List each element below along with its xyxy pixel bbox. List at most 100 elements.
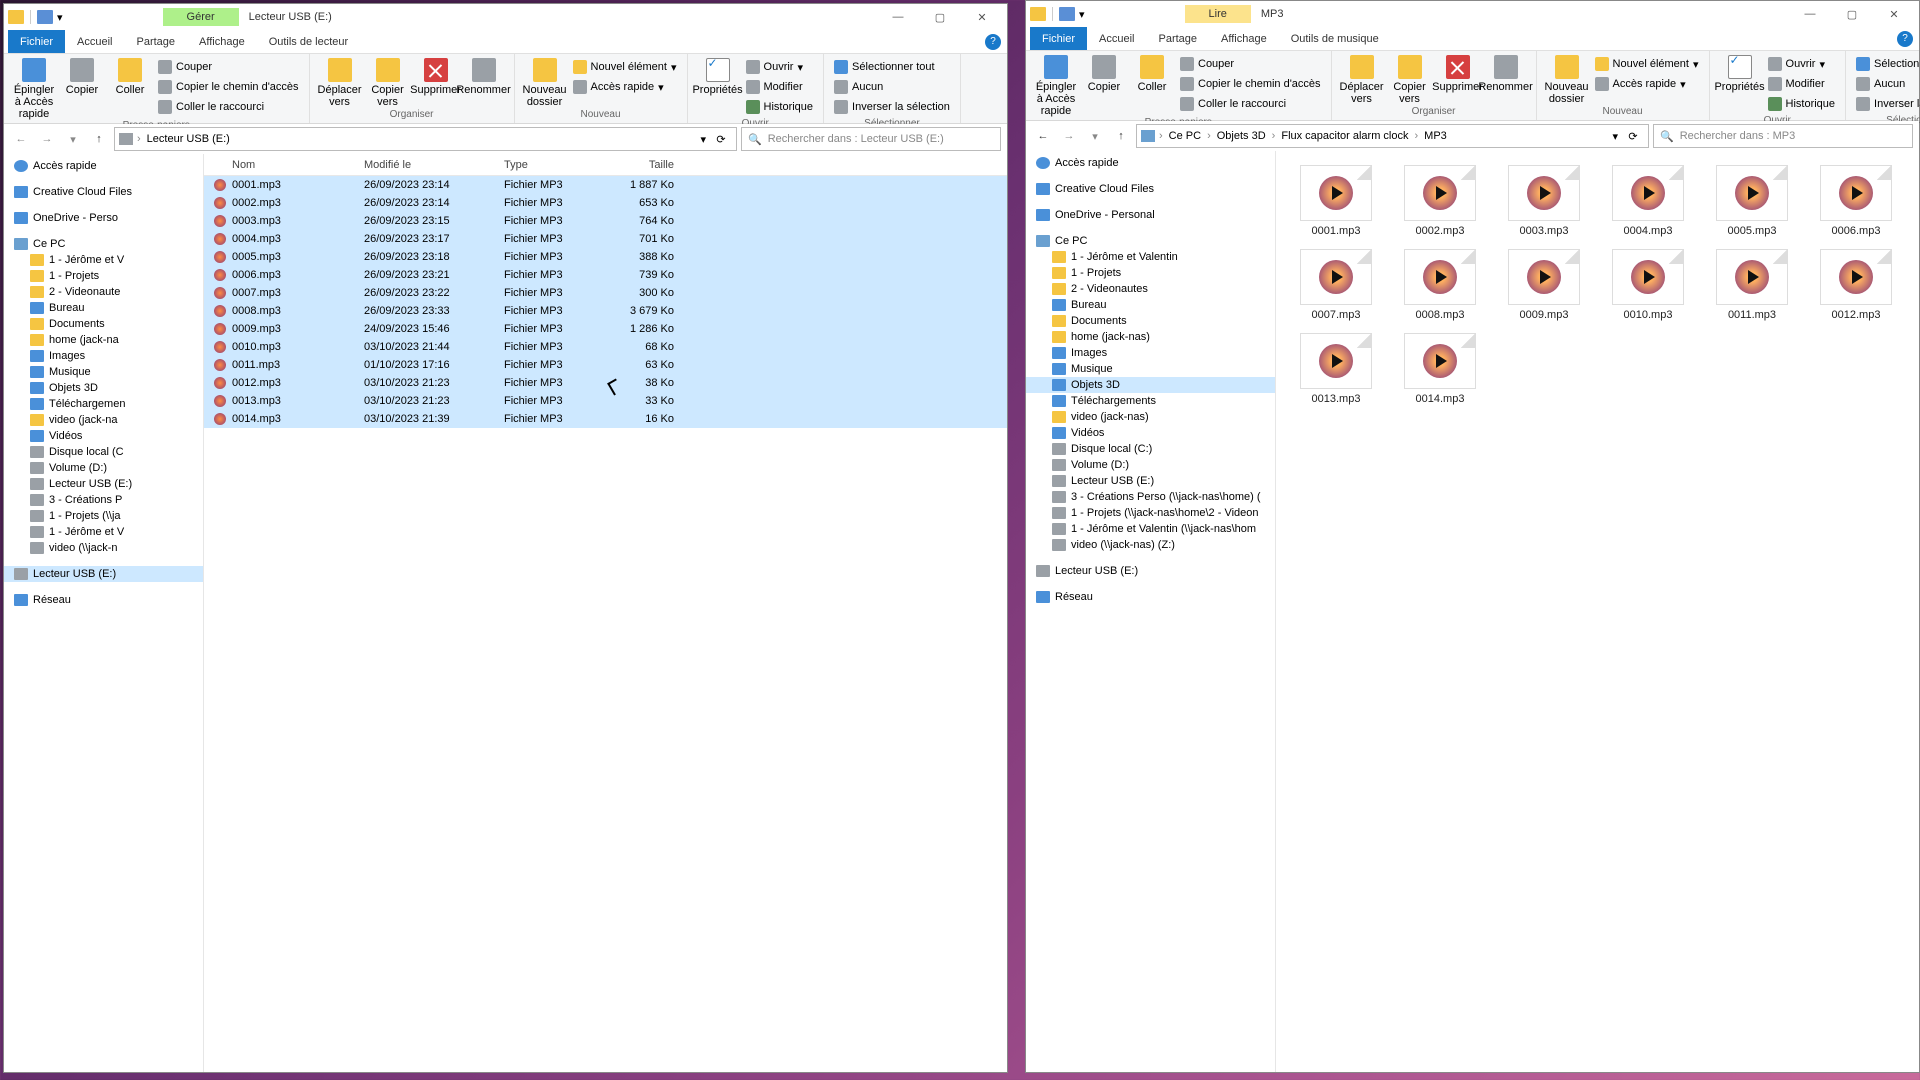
invert-selection-button[interactable]: Inverser la sélection	[1854, 95, 1920, 113]
file-row[interactable]: 0001.mp326/09/2023 23:14Fichier MP31 887…	[204, 176, 1007, 194]
paste-button[interactable]: Coller	[1128, 53, 1176, 93]
file-icon[interactable]: 0009.mp3	[1498, 249, 1590, 321]
tree-item[interactable]: 3 - Créations Perso (\\jack-nas\home) (	[1026, 489, 1275, 505]
tree-item[interactable]: 1 - Jérôme et V	[4, 524, 203, 540]
column-name[interactable]: Nom	[204, 159, 364, 171]
file-icon[interactable]: 0012.mp3	[1810, 249, 1902, 321]
new-item-button[interactable]: Nouvel élément ▾	[1593, 55, 1701, 73]
tree-item[interactable]: 1 - Jérôme et V	[4, 252, 203, 268]
rename-button[interactable]: Renommer	[460, 56, 508, 96]
forward-button[interactable]: →	[1058, 125, 1080, 147]
tab-music-tools[interactable]: Outils de musique	[1279, 27, 1391, 50]
tree-item[interactable]: Réseau	[4, 592, 203, 608]
tab-share[interactable]: Partage	[124, 30, 187, 53]
refresh-button[interactable]: ⟳	[1622, 130, 1644, 143]
tree-item[interactable]: video (\\jack-nas) (Z:)	[1026, 537, 1275, 553]
tree-item[interactable]: Lecteur USB (E:)	[4, 566, 203, 582]
file-icon[interactable]: 0011.mp3	[1706, 249, 1798, 321]
move-to-button[interactable]: Déplacer vers	[316, 56, 364, 108]
tree-item[interactable]: Disque local (C:)	[1026, 441, 1275, 457]
tree-item[interactable]: 1 - Projets (\\ja	[4, 508, 203, 524]
tree-item[interactable]: Vidéos	[1026, 425, 1275, 441]
new-folder-button[interactable]: Nouveau dossier	[521, 56, 569, 108]
search-input[interactable]: 🔍Rechercher dans : Lecteur USB (E:)	[741, 127, 1001, 151]
titlebar[interactable]: ▾ Gérer Lecteur USB (E:) — ▢ ✕	[4, 4, 1007, 30]
tree-item[interactable]: video (jack-nas)	[1026, 409, 1275, 425]
tree-item[interactable]: 2 - Videonautes	[1026, 281, 1275, 297]
file-row[interactable]: 0005.mp326/09/2023 23:18Fichier MP3388 K…	[204, 248, 1007, 266]
file-icon[interactable]: 0004.mp3	[1602, 165, 1694, 237]
back-button[interactable]: ←	[1032, 125, 1054, 147]
tab-file[interactable]: Fichier	[8, 30, 65, 53]
tree-item[interactable]: Creative Cloud Files	[1026, 181, 1275, 197]
file-row[interactable]: 0006.mp326/09/2023 23:21Fichier MP3739 K…	[204, 266, 1007, 284]
tree-item[interactable]: Accès rapide	[4, 158, 203, 174]
open-button[interactable]: Ouvrir ▾	[1766, 55, 1838, 73]
tree-item[interactable]: OneDrive - Personal	[1026, 207, 1275, 223]
titlebar[interactable]: ▾ Lire MP3 — ▢ ✕	[1026, 1, 1919, 27]
paste-shortcut-button[interactable]: Coller le raccourci	[156, 98, 301, 116]
cut-button[interactable]: Couper	[156, 58, 301, 76]
file-row[interactable]: 0009.mp324/09/2023 15:46Fichier MP31 286…	[204, 320, 1007, 338]
column-type[interactable]: Type	[504, 159, 604, 171]
close-button[interactable]: ✕	[1873, 1, 1915, 27]
column-size[interactable]: Taille	[604, 159, 684, 171]
paste-button[interactable]: Coller	[106, 56, 154, 96]
recent-button[interactable]: ▾	[62, 128, 84, 150]
select-none-button[interactable]: Aucun	[832, 78, 952, 96]
qat-dropdown-icon[interactable]: ▾	[57, 11, 63, 24]
tree-item[interactable]: Documents	[1026, 313, 1275, 329]
up-button[interactable]: ↑	[1110, 125, 1132, 147]
minimize-button[interactable]: —	[877, 4, 919, 30]
copy-button[interactable]: Copier	[1080, 53, 1128, 93]
tree-item[interactable]: Accès rapide	[1026, 155, 1275, 171]
file-row[interactable]: 0014.mp303/10/2023 21:39Fichier MP316 Ko	[204, 410, 1007, 428]
file-row[interactable]: 0008.mp326/09/2023 23:33Fichier MP33 679…	[204, 302, 1007, 320]
history-button[interactable]: Historique	[744, 98, 816, 116]
file-icon[interactable]: 0014.mp3	[1394, 333, 1486, 405]
tree-item[interactable]: Bureau	[4, 300, 203, 316]
file-icon[interactable]: 0006.mp3	[1810, 165, 1902, 237]
save-icon[interactable]	[37, 10, 53, 24]
tab-share[interactable]: Partage	[1146, 27, 1209, 50]
tree-item[interactable]: Musique	[4, 364, 203, 380]
tab-drive-tools[interactable]: Outils de lecteur	[257, 30, 360, 53]
copy-path-button[interactable]: Copier le chemin d'accès	[1178, 75, 1323, 93]
file-icon[interactable]: 0003.mp3	[1498, 165, 1590, 237]
copy-to-button[interactable]: Copier vers	[364, 56, 412, 108]
pin-quick-access-button[interactable]: Épingler à Accès rapide	[1032, 53, 1080, 117]
invert-selection-button[interactable]: Inverser la sélection	[832, 98, 952, 116]
select-all-button[interactable]: Sélectionner tout	[832, 58, 952, 76]
properties-button[interactable]: Propriétés	[694, 56, 742, 96]
minimize-button[interactable]: —	[1789, 1, 1831, 27]
tree-item[interactable]: Disque local (C	[4, 444, 203, 460]
tree-item[interactable]: Lecteur USB (E:)	[4, 476, 203, 492]
tab-view[interactable]: Affichage	[187, 30, 257, 53]
tree-item[interactable]: Objets 3D	[4, 380, 203, 396]
tree-item[interactable]: Images	[1026, 345, 1275, 361]
tree-item[interactable]: Téléchargemen	[4, 396, 203, 412]
qat-dropdown-icon[interactable]: ▾	[1079, 8, 1085, 21]
tree-item[interactable]: Ce PC	[4, 236, 203, 252]
file-icon[interactable]: 0002.mp3	[1394, 165, 1486, 237]
tree-item[interactable]: home (jack-na	[4, 332, 203, 348]
file-list[interactable]: Nom Modifié le Type Taille 0001.mp326/09…	[204, 154, 1007, 1072]
file-icon[interactable]: 0005.mp3	[1706, 165, 1798, 237]
history-button[interactable]: Historique	[1766, 95, 1838, 113]
file-icon[interactable]: 0007.mp3	[1290, 249, 1382, 321]
delete-button[interactable]: Supprimer	[1434, 53, 1482, 93]
tree-item[interactable]: 1 - Projets	[1026, 265, 1275, 281]
file-row[interactable]: 0010.mp303/10/2023 21:44Fichier MP368 Ko	[204, 338, 1007, 356]
tree-item[interactable]: OneDrive - Perso	[4, 210, 203, 226]
tree-item[interactable]: Objets 3D	[1026, 377, 1275, 393]
tab-file[interactable]: Fichier	[1030, 27, 1087, 50]
file-row[interactable]: 0012.mp303/10/2023 21:23Fichier MP338 Ko	[204, 374, 1007, 392]
select-all-button[interactable]: Sélectionner tout	[1854, 55, 1920, 73]
tree-item[interactable]: Ce PC	[1026, 233, 1275, 249]
file-row[interactable]: 0004.mp326/09/2023 23:17Fichier MP3701 K…	[204, 230, 1007, 248]
search-input[interactable]: 🔍Rechercher dans : MP3	[1653, 124, 1913, 148]
tree-item[interactable]: Volume (D:)	[1026, 457, 1275, 473]
tree-item[interactable]: video (\\jack-n	[4, 540, 203, 556]
edit-button[interactable]: Modifier	[744, 78, 816, 96]
tree-item[interactable]: 1 - Jérôme et Valentin (\\jack-nas\hom	[1026, 521, 1275, 537]
